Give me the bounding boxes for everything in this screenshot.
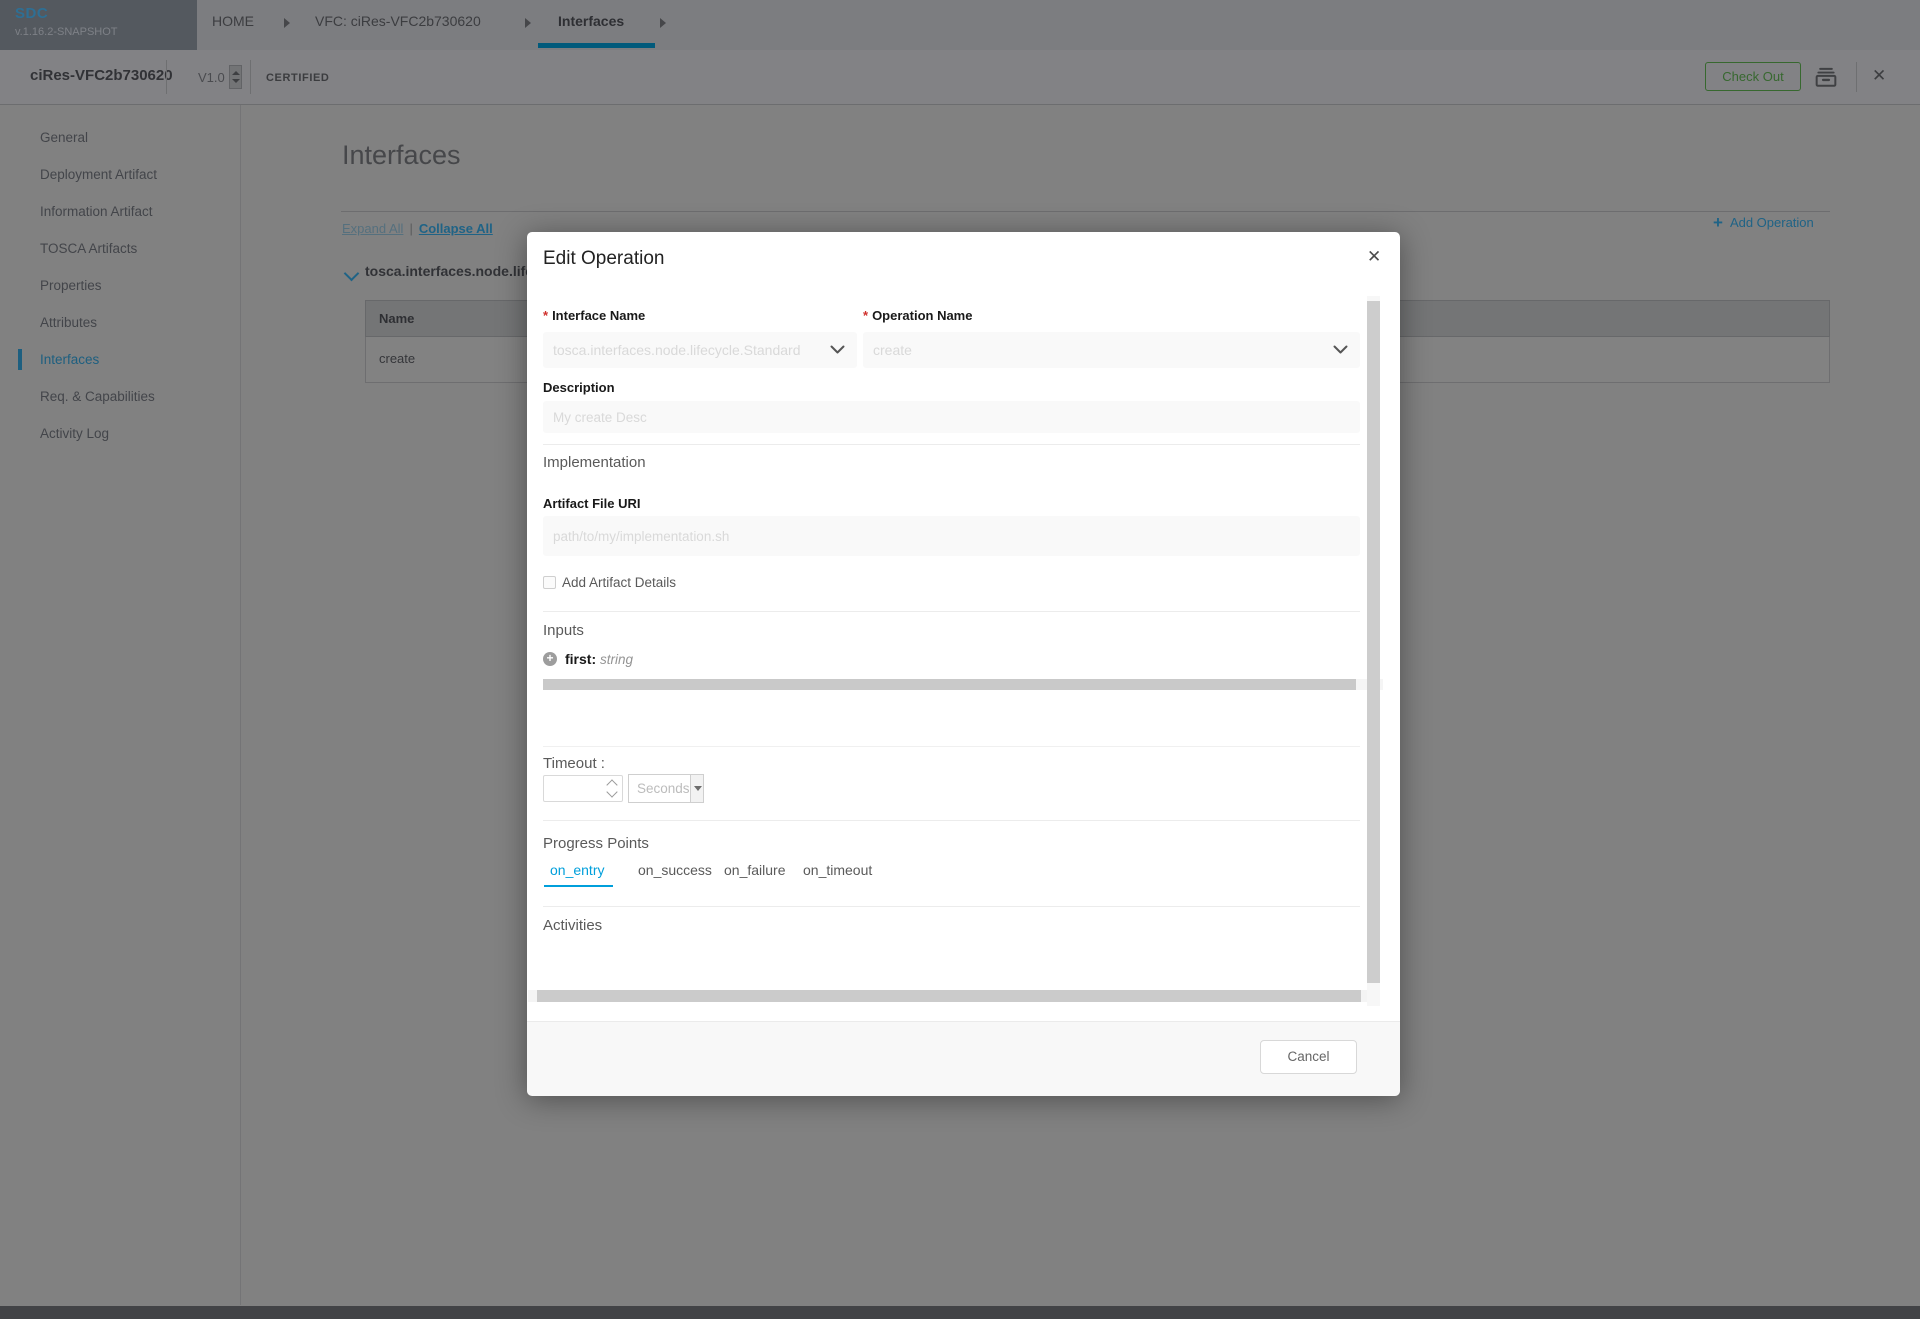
sdc-version-label: v.1.16.2-SNAPSHOT [15,26,118,38]
operation-name-label: *Operation Name [863,308,972,323]
top-nav: SDC v.1.16.2-SNAPSHOT HOME VFC: ciRes-VF… [0,0,1920,51]
add-artifact-details-label: Add Artifact Details [562,575,676,590]
inputs-horizontal-scrollbar[interactable] [543,679,1383,690]
tab-on-timeout[interactable]: on_timeout [803,862,872,878]
interface-name-select[interactable]: tosca.interfaces.node.lifecycle.Standard [543,332,857,368]
breadcrumb-home[interactable]: HOME [212,13,254,29]
tab-on-success[interactable]: on_success [638,862,712,878]
artifact-file-uri-label: Artifact File URI [543,496,641,511]
sidebar-item-deployment-artifact[interactable]: Deployment Artifact [0,156,240,193]
stepper-down-icon[interactable] [606,786,617,797]
column-header-name: Name [379,311,414,326]
sidebar-item-interfaces[interactable]: Interfaces [0,341,240,378]
section-divider [543,444,1360,445]
required-asterisk: * [863,308,868,323]
cancel-button[interactable]: Cancel [1260,1040,1357,1074]
description-label: Description [543,380,615,395]
separator [250,60,251,94]
modal-footer: Cancel [527,1021,1400,1096]
interface-name-label: *Interface Name [543,308,645,323]
sidebar-item-tosca-artifacts[interactable]: TOSCA Artifacts [0,230,240,267]
component-title: ciRes-VFC2b730620 [30,67,173,84]
active-breadcrumb-underline [538,43,655,48]
plus-icon: + [1713,213,1723,232]
collapse-all-link[interactable]: Collapse All [419,221,493,236]
edit-operation-modal: Edit Operation ✕ *Interface Name *Operat… [527,232,1400,1095]
timeout-unit-select[interactable]: Seconds [628,774,704,803]
scrollbar-thumb[interactable] [543,679,1356,690]
implementation-heading: Implementation [543,454,646,471]
section-divider [543,746,1360,747]
modal-close-icon[interactable]: ✕ [1367,247,1381,267]
section-divider [543,611,1360,612]
operation-name-cell: create [379,351,415,366]
version-value: V1.0 [198,70,225,85]
modal-title: Edit Operation [543,248,664,270]
links-divider: | [403,221,418,236]
tab-on-entry[interactable]: on_entry [550,862,604,878]
stepper-down-icon[interactable] [232,79,240,83]
operation-name-select[interactable]: create [863,332,1360,368]
version-stepper[interactable] [229,65,242,89]
sdc-logo-block[interactable]: SDC v.1.16.2-SNAPSHOT [0,0,197,50]
archive-icon[interactable] [1812,63,1840,91]
expand-input-icon[interactable] [543,652,557,666]
chevron-down-icon[interactable] [344,266,360,282]
section-divider [543,906,1360,907]
breadcrumb-interfaces[interactable]: Interfaces [558,13,624,29]
timeout-value-box [543,775,623,802]
status-badge: CERTIFIED [266,72,329,84]
chevron-down-icon [830,345,845,355]
component-header-bar: ciRes-VFC2b730620 V1.0 CERTIFIED Check O… [0,50,1920,105]
modal-vertical-scrollbar[interactable] [1367,296,1380,1006]
sidebar-item-attributes[interactable]: Attributes [0,304,240,341]
timeout-label: Timeout : [543,755,605,772]
section-divider [543,820,1360,821]
input-param-type: string [600,652,633,667]
input-param-name: first: [565,651,596,667]
sidebar-item-general[interactable]: General [0,119,240,156]
sidebar-item-properties[interactable]: Properties [0,267,240,304]
sidebar-item-req-capabilities[interactable]: Req. & Capabilities [0,378,240,415]
active-indicator [18,349,22,370]
number-stepper[interactable] [605,776,619,801]
tab-on-failure[interactable]: on_failure [724,862,786,878]
content-divider [341,211,1830,212]
expand-collapse-links: Expand All|Collapse All [342,221,493,236]
required-asterisk: * [543,308,548,323]
check-out-button[interactable]: Check Out [1705,62,1801,91]
inputs-heading: Inputs [543,622,584,639]
caret-down-icon [694,786,702,791]
sidebar-menu: General Deployment Artifact Information … [0,119,240,452]
activities-heading: Activities [543,917,602,934]
add-artifact-details-checkbox[interactable] [543,576,556,589]
close-component-icon[interactable]: ✕ [1872,66,1886,86]
breadcrumb-separator-icon [660,18,666,28]
progress-points-heading: Progress Points [543,835,649,852]
expand-all-link[interactable]: Expand All [342,221,403,236]
dropdown-button[interactable] [690,775,703,802]
breadcrumb-separator-icon [525,18,531,28]
sdc-logo[interactable]: SDC [15,5,48,22]
page-footer-bar [0,1306,1920,1319]
separator [166,60,167,94]
scrollbar-thumb[interactable] [537,990,1361,1002]
sidebar-item-activity-log[interactable]: Activity Log [0,415,240,452]
sidebar-item-information-artifact[interactable]: Information Artifact [0,193,240,230]
artifact-file-uri-input[interactable] [543,516,1360,556]
breadcrumb-vfc[interactable]: VFC: ciRes-VFC2b730620 [315,13,481,29]
modal-horizontal-scrollbar[interactable] [528,990,1374,1002]
stepper-up-icon[interactable] [232,71,240,75]
timeout-input[interactable] [544,776,614,801]
description-input[interactable] [543,401,1360,433]
sdc-app: SDC v.1.16.2-SNAPSHOT HOME VFC: ciRes-VF… [0,0,1920,1319]
breadcrumb-separator-icon [284,18,290,28]
active-tab-underline [544,885,613,887]
sidebar: General Deployment Artifact Information … [0,105,241,1305]
chevron-down-icon [1333,345,1348,355]
add-operation-link[interactable]: +Add Operation [1713,213,1814,233]
separator [1856,62,1857,92]
scrollbar-thumb[interactable] [1367,301,1380,983]
page-title: Interfaces [342,140,461,171]
